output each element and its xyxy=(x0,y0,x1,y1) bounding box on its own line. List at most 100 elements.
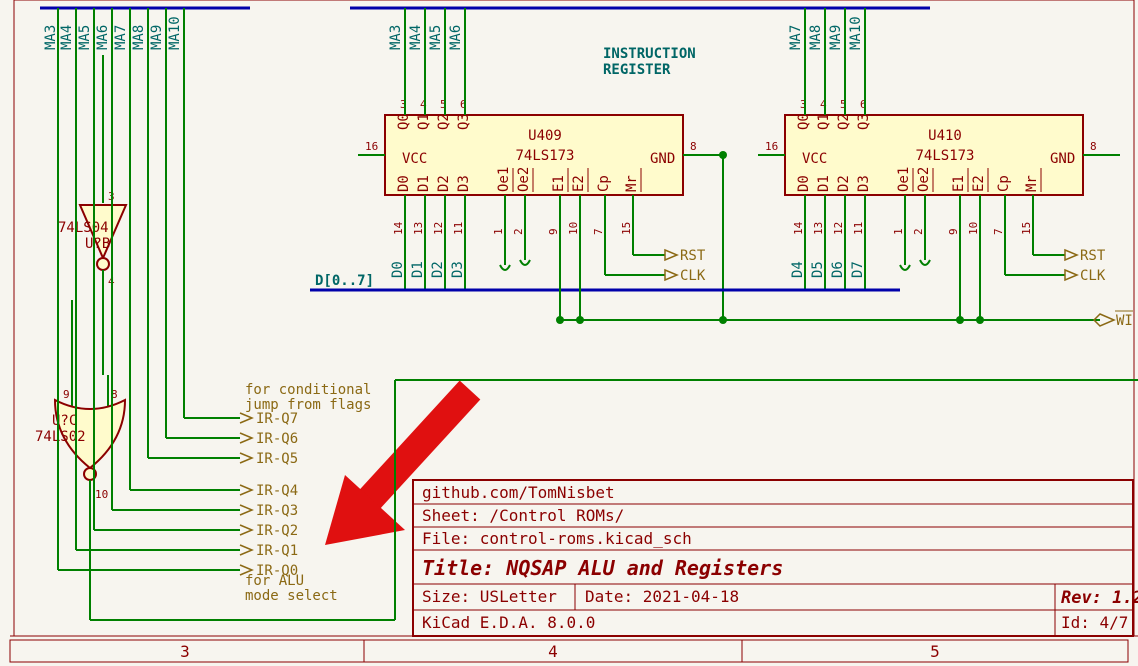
svg-text:IR-Q7: IR-Q7 xyxy=(256,411,298,427)
ruler-4: 4 xyxy=(548,642,558,661)
svg-text:MA10: MA10 xyxy=(848,16,864,50)
note-conditional: for conditionaljump from flags xyxy=(245,382,371,413)
svg-text:IR-Q2: IR-Q2 xyxy=(256,523,298,539)
svg-text:Sheet: /Control ROMs/: Sheet: /Control ROMs/ xyxy=(422,506,624,525)
svg-text:9: 9 xyxy=(547,228,560,235)
svg-text:MA6: MA6 xyxy=(448,25,464,50)
svg-text:D2: D2 xyxy=(836,175,852,192)
svg-text:MA7: MA7 xyxy=(788,25,804,50)
svg-text:E2: E2 xyxy=(571,175,587,192)
svg-text:IR-Q1: IR-Q1 xyxy=(256,543,298,559)
svg-text:U?B: U?B xyxy=(85,236,110,252)
svg-text:Cp: Cp xyxy=(596,175,612,192)
svg-text:D0: D0 xyxy=(796,175,812,192)
svg-text:Rev: 1.2: Rev: 1.2 xyxy=(1061,588,1138,608)
svg-text:MA3: MA3 xyxy=(388,25,404,50)
svg-text:2: 2 xyxy=(912,228,925,235)
svg-text:D2: D2 xyxy=(436,175,452,192)
svg-text:74LS02: 74LS02 xyxy=(35,429,86,445)
svg-text:D2: D2 xyxy=(430,261,446,278)
svg-text:Id: 4/7: Id: 4/7 xyxy=(1061,613,1128,632)
svg-text:GND: GND xyxy=(1050,151,1075,167)
svg-text:github.com/TomNisbet: github.com/TomNisbet xyxy=(422,483,615,502)
svg-text:8: 8 xyxy=(690,140,697,153)
schematic-canvas[interactable]: 3 4 5 MA3 MA4MA5MA6MA7MA8MA9MA10 MA3 MA4… xyxy=(0,0,1138,666)
svg-text:E2: E2 xyxy=(971,175,987,192)
svg-text:MA5: MA5 xyxy=(77,25,93,50)
svg-text:MA7: MA7 xyxy=(113,25,129,50)
svg-text:8: 8 xyxy=(1090,140,1097,153)
svg-text:10: 10 xyxy=(967,222,980,235)
instruction-register-label: INSTRUCTIONREGISTER xyxy=(603,46,696,78)
svg-text:U409: U409 xyxy=(528,128,562,144)
svg-text:12: 12 xyxy=(432,222,445,235)
svg-text:15: 15 xyxy=(620,222,633,235)
svg-text:74LS04: 74LS04 xyxy=(58,220,109,236)
svg-text:MA4: MA4 xyxy=(408,25,424,50)
svg-text:E1: E1 xyxy=(551,175,567,192)
svg-text:9: 9 xyxy=(63,388,70,401)
svg-text:2: 2 xyxy=(512,228,525,235)
svg-text:MA8: MA8 xyxy=(131,25,147,50)
svg-text:Cp: Cp xyxy=(996,175,1012,192)
svg-text:D0: D0 xyxy=(396,175,412,192)
svg-text:File: control-roms.kicad_sch: File: control-roms.kicad_sch xyxy=(422,529,692,548)
svg-text:MA8: MA8 xyxy=(808,25,824,50)
svg-text:Q3: Q3 xyxy=(856,113,872,130)
svg-text:MA9: MA9 xyxy=(149,25,165,50)
svg-text:MA4: MA4 xyxy=(59,25,75,50)
svg-text:13: 13 xyxy=(812,222,825,235)
svg-text:IR-Q6: IR-Q6 xyxy=(256,431,298,447)
svg-text:12: 12 xyxy=(832,222,845,235)
chip1-top-bus: MA3 MA4 MA5 MA6 xyxy=(388,8,465,95)
ruler-3: 3 xyxy=(180,642,190,661)
svg-text:D4: D4 xyxy=(790,261,806,278)
note-alu: for ALUmode select xyxy=(245,573,338,604)
svg-text:16: 16 xyxy=(765,140,778,153)
svg-text:KiCad E.D.A. 8.0.0: KiCad E.D.A. 8.0.0 xyxy=(422,613,595,632)
svg-text:Q2: Q2 xyxy=(836,113,852,130)
svg-text:10: 10 xyxy=(95,488,108,501)
svg-text:MA6: MA6 xyxy=(95,25,111,50)
svg-text:CLK: CLK xyxy=(1080,268,1106,284)
svg-text:10: 10 xyxy=(567,222,580,235)
svg-text:MA9: MA9 xyxy=(828,25,844,50)
svg-text:D3: D3 xyxy=(456,175,472,192)
gate-inverter: 74LS04 U?B 3 4 xyxy=(58,175,126,300)
svg-text:IR-Q4: IR-Q4 xyxy=(256,483,298,499)
svg-text:GND: GND xyxy=(650,151,675,167)
svg-text:U410: U410 xyxy=(928,128,962,144)
svg-text:Q2: Q2 xyxy=(436,113,452,130)
svg-text:D0: D0 xyxy=(390,261,406,278)
svg-text:Oe2: Oe2 xyxy=(916,167,932,192)
title-block: github.com/TomNisbet Sheet: /Control ROM… xyxy=(413,480,1138,636)
svg-text:VCC: VCC xyxy=(802,151,827,167)
svg-text:Q1: Q1 xyxy=(816,113,832,130)
svg-text:D1: D1 xyxy=(816,175,832,192)
svg-text:D7: D7 xyxy=(850,261,866,278)
svg-text:14: 14 xyxy=(392,221,405,235)
svg-text:D6: D6 xyxy=(830,261,846,278)
svg-text:WI: WI xyxy=(1116,313,1133,329)
svg-text:16: 16 xyxy=(365,140,378,153)
svg-text:74LS173: 74LS173 xyxy=(515,148,574,164)
ruler-5: 5 xyxy=(930,642,940,661)
svg-text:U?C: U?C xyxy=(52,413,77,429)
svg-text:D5: D5 xyxy=(810,261,826,278)
svg-text:Mr: Mr xyxy=(1024,175,1040,192)
svg-text:Oe2: Oe2 xyxy=(516,167,532,192)
svg-text:Oe1: Oe1 xyxy=(496,167,512,192)
svg-text:VCC: VCC xyxy=(402,151,427,167)
svg-text:MA3: MA3 xyxy=(43,25,59,50)
svg-text:11: 11 xyxy=(852,222,865,235)
svg-text:IR-Q5: IR-Q5 xyxy=(256,451,298,467)
chip-u409: VCC GND U409 74LS173 Q0 Q1 Q2 Q3 3 4 5 6… xyxy=(358,95,727,320)
svg-text:15: 15 xyxy=(1020,222,1033,235)
svg-text:D3: D3 xyxy=(450,261,466,278)
svg-text:MA10: MA10 xyxy=(167,16,183,50)
svg-text:11: 11 xyxy=(452,222,465,235)
svg-text:Oe1: Oe1 xyxy=(896,167,912,192)
svg-text:IR-Q3: IR-Q3 xyxy=(256,503,298,519)
svg-text:Title: NQSAP ALU and Registers: Title: NQSAP ALU and Registers xyxy=(422,556,783,580)
svg-text:Q0: Q0 xyxy=(796,113,812,130)
